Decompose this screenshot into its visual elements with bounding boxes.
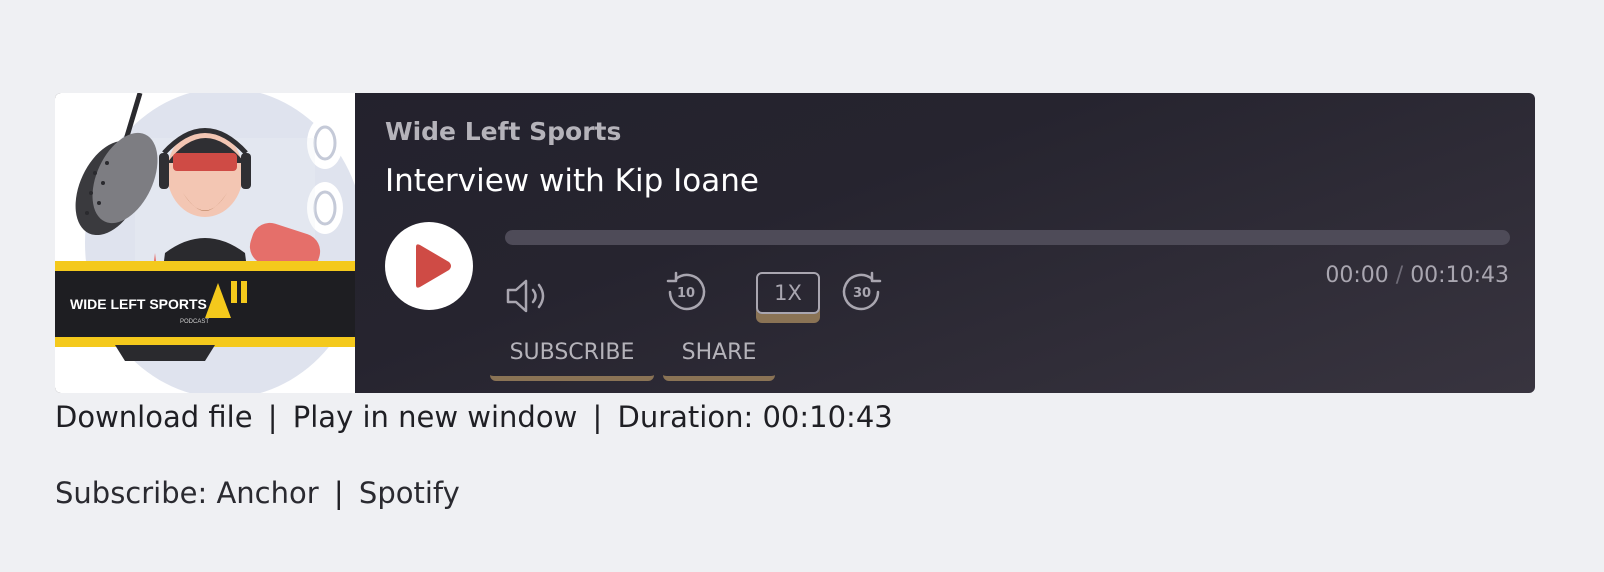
play-button[interactable] <box>385 222 473 310</box>
rewind-button[interactable]: 10 <box>664 270 708 314</box>
rewind-10-icon: 10 <box>666 271 706 311</box>
duration-text: Duration: 00:10:43 <box>617 400 893 434</box>
playback-speed-button[interactable]: 1X <box>756 272 820 314</box>
episode-links: Download file | Play in new window | Dur… <box>55 400 893 434</box>
show-title: Wide Left Sports <box>385 117 622 146</box>
subscribe-button[interactable]: SUBSCRIBE <box>490 329 654 381</box>
link-separator: | <box>333 476 344 510</box>
anchor-link[interactable]: Anchor <box>216 476 318 510</box>
play-in-new-window-link[interactable]: Play in new window <box>293 400 578 434</box>
volume-button[interactable] <box>505 276 549 316</box>
time-separator: / <box>1395 263 1404 288</box>
volume-icon <box>506 279 545 313</box>
episode-artwork: WIDE LEFT SPORTS PODCAST <box>55 93 355 393</box>
total-time: 00:10:43 <box>1410 263 1509 288</box>
rewind-seconds: 10 <box>677 286 695 301</box>
artwork-logo-subtext: PODCAST <box>180 319 209 325</box>
link-separator: | <box>267 400 278 434</box>
artwork-illustration: WIDE LEFT SPORTS PODCAST <box>55 93 355 393</box>
progress-bar[interactable] <box>505 230 1510 245</box>
play-icon <box>416 244 451 288</box>
podcast-player: WIDE LEFT SPORTS PODCAST Wide Left Sport… <box>55 93 1535 393</box>
spotify-link[interactable]: Spotify <box>359 476 460 510</box>
forward-30-icon: 30 <box>842 271 882 311</box>
download-file-link[interactable]: Download file <box>55 400 253 434</box>
episode-title: Interview with Kip Ioane <box>385 163 759 199</box>
current-time: 00:00 <box>1325 263 1389 288</box>
forward-seconds: 30 <box>853 286 871 301</box>
link-separator: | <box>592 400 603 434</box>
subscribe-prefix: Subscribe: <box>55 476 208 510</box>
forward-button[interactable]: 30 <box>840 270 884 314</box>
subscribe-links: Subscribe: Anchor | Spotify <box>55 476 460 510</box>
artwork-logo-text: WIDE LEFT SPORTS <box>70 296 207 312</box>
share-button[interactable]: SHARE <box>663 329 775 381</box>
time-readout: 00:00 / 00:10:43 <box>1325 263 1509 288</box>
